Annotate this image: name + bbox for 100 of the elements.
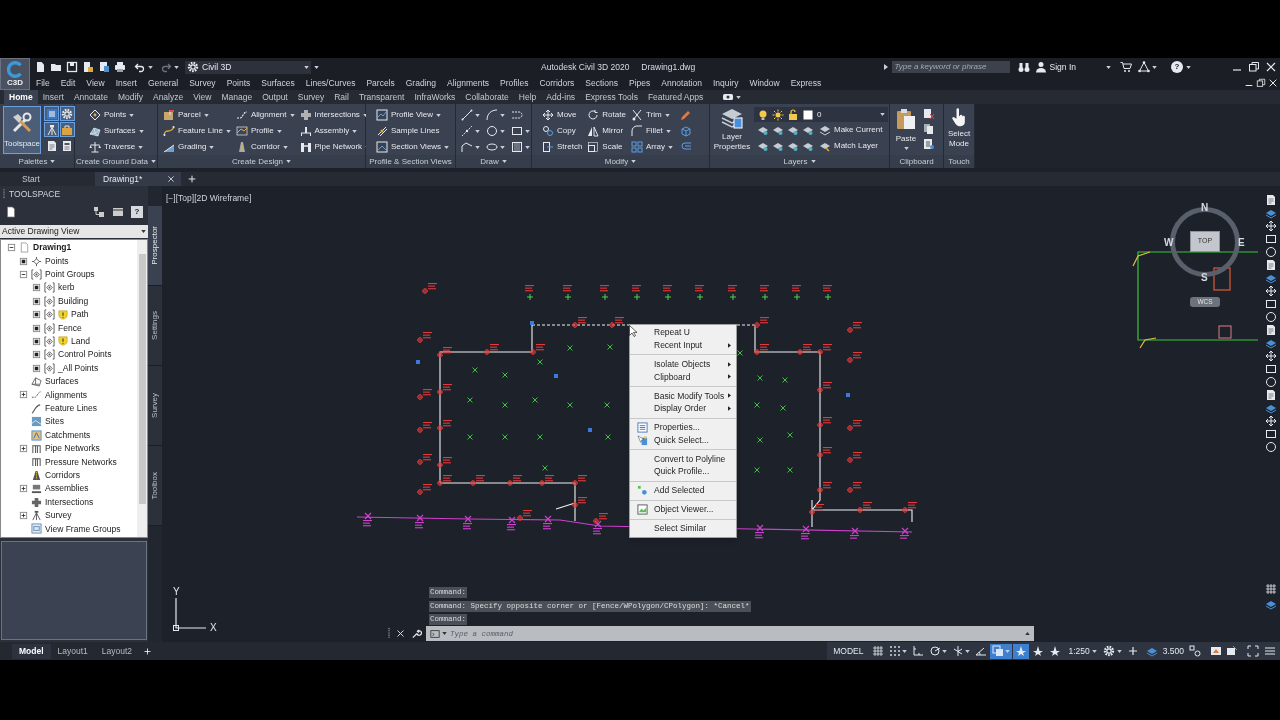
model-space-button[interactable]: MODEL <box>831 644 866 658</box>
status-toggle-button[interactable] <box>1013 643 1030 659</box>
layer-tool-icon[interactable] <box>787 124 799 136</box>
ribbon-tab[interactable]: Featured Apps <box>642 90 709 104</box>
draw-tool-button[interactable] <box>486 123 505 139</box>
tree-view-icon[interactable] <box>93 206 105 218</box>
menu-item[interactable]: Express <box>790 76 822 90</box>
ribbon-tab[interactable]: Output <box>257 90 293 104</box>
stack-icon[interactable] <box>1265 207 1277 219</box>
ribbon-tab[interactable]: View <box>188 90 217 104</box>
ribbon-tab[interactable]: InfraWorks <box>409 90 461 104</box>
ribbon-button[interactable]: Scale <box>587 139 626 155</box>
circle-icon[interactable] <box>1265 246 1277 258</box>
menu-item[interactable]: Inquiry <box>712 76 739 90</box>
ribbon-button[interactable]: Rotate <box>587 107 626 123</box>
palette-toggle-button[interactable] <box>44 122 59 138</box>
plus-icon[interactable] <box>187 174 197 184</box>
paste-page-icon[interactable] <box>923 138 935 150</box>
tree-item[interactable]: Drawing1 <box>33 241 72 255</box>
panel-icon[interactable] <box>112 206 124 218</box>
ribbon-button[interactable]: Intersections <box>299 107 371 123</box>
rectangle-icon[interactable] <box>1265 233 1277 245</box>
layout-tab[interactable]: Layout1 <box>50 643 95 659</box>
menu-item[interactable]: Pipes <box>628 76 651 90</box>
image-icon[interactable] <box>1210 645 1222 657</box>
menu-item[interactable]: Insert <box>115 76 137 90</box>
viewport-control[interactable]: [2D Wireframe] <box>194 192 252 205</box>
stack-icon[interactable] <box>1265 272 1277 284</box>
menu-item[interactable]: Properties... <box>630 421 736 434</box>
menu-item[interactable]: Convert to Polyline <box>630 452 736 466</box>
palette-side-tab[interactable]: Settings <box>148 286 162 366</box>
layer-properties-button[interactable]: Layer Properties <box>712 106 752 154</box>
menu-item[interactable]: Basic Modify Tools <box>630 389 736 403</box>
close-icon[interactable] <box>1265 61 1277 73</box>
copy-pages-icon[interactable] <box>923 123 935 135</box>
ribbon-button[interactable]: Move <box>542 107 583 123</box>
rectangle-icon[interactable] <box>1265 363 1277 375</box>
palette-side-tab[interactable]: Toolbox <box>148 446 162 526</box>
menu-item[interactable]: Select Similar <box>630 522 736 535</box>
cut-page-icon[interactable] <box>923 108 935 120</box>
draw-tool-button[interactable] <box>461 107 480 123</box>
tree-item[interactable]: Alignments <box>45 388 88 402</box>
menu-item[interactable]: Surfaces <box>261 76 295 90</box>
ribbon-button[interactable]: Traverse <box>89 139 144 155</box>
ribbon-button[interactable]: Pipe Network <box>299 139 371 155</box>
plus-icon[interactable] <box>1126 645 1139 657</box>
menu-item[interactable]: Recent Input <box>630 339 736 352</box>
menu-item[interactable]: Display Order <box>630 402 736 415</box>
new-file-icon[interactable] <box>34 61 46 73</box>
ribbon-tab[interactable]: Add-ins <box>541 90 581 104</box>
grid-icon[interactable] <box>1265 583 1277 595</box>
stack-icon[interactable] <box>1265 337 1277 349</box>
stack-icon[interactable] <box>1265 402 1277 414</box>
save-as-icon[interactable] <box>82 61 94 73</box>
customize-button[interactable] <box>314 65 319 69</box>
filled-box-icon[interactable] <box>32 310 41 320</box>
ribbon-tab[interactable]: Analyze <box>147 90 189 104</box>
filled-box-icon[interactable] <box>19 256 28 266</box>
annotation-scale-button[interactable]: 1:250 <box>1068 644 1097 658</box>
ribbon-tab[interactable]: Collaborate <box>460 90 514 104</box>
layer-action-button[interactable]: Make Current <box>819 124 883 136</box>
menu-item[interactable]: Window <box>749 76 780 90</box>
ribbon-button[interactable]: Feature Line <box>163 123 231 139</box>
ribbon-tab[interactable]: Help <box>513 90 542 104</box>
ribbon-button[interactable]: Corridor <box>235 139 295 155</box>
circle-icon[interactable] <box>1265 376 1277 388</box>
ribbon-button[interactable]: Profile View <box>376 107 450 123</box>
wrench-icon[interactable] <box>411 628 422 639</box>
caret-up-icon[interactable] <box>1025 632 1030 635</box>
menu-item[interactable]: View <box>86 76 105 90</box>
tree-item[interactable]: Surfaces <box>45 375 79 388</box>
filled-box-icon[interactable] <box>32 323 41 333</box>
tree-item[interactable]: Corridors <box>45 468 80 482</box>
panel-title-button[interactable]: Create Ground Data <box>75 155 156 168</box>
draw-tool-button[interactable] <box>511 139 530 155</box>
viewport-control[interactable]: [−] <box>166 192 176 205</box>
file-tab[interactable]: Start <box>0 172 92 186</box>
menu-icon[interactable] <box>1264 645 1276 657</box>
plus-icon[interactable] <box>143 646 153 656</box>
redo-button[interactable] <box>160 61 179 73</box>
tree-item[interactable]: Point Groups <box>45 268 95 281</box>
tree-item[interactable]: Assemblies <box>45 482 89 496</box>
filled-box-icon[interactable] <box>32 363 41 373</box>
expand-box-icon[interactable] <box>19 484 28 494</box>
move-arrows-icon[interactable] <box>1265 220 1277 232</box>
move-arrows-icon[interactable] <box>1265 415 1277 427</box>
layout-tab[interactable]: Model <box>12 643 51 659</box>
tree-item[interactable]: Sites <box>45 415 64 429</box>
units-icon[interactable] <box>1189 645 1201 657</box>
tree-item[interactable]: Points <box>45 254 69 268</box>
ribbon-button[interactable]: Copy <box>542 123 583 139</box>
menu-item[interactable]: Corridors <box>539 76 575 90</box>
close-icon[interactable] <box>1268 78 1278 88</box>
ribbon-button[interactable]: Trim <box>630 107 674 123</box>
ribbon-tab[interactable]: Insert <box>37 90 69 104</box>
collapse-box-icon[interactable] <box>7 243 16 253</box>
file-tab[interactable]: Drawing1* <box>95 172 181 186</box>
print-icon[interactable] <box>114 61 126 73</box>
menu-item[interactable]: Parcels <box>366 76 395 90</box>
menu-item[interactable]: Profiles <box>500 76 529 90</box>
